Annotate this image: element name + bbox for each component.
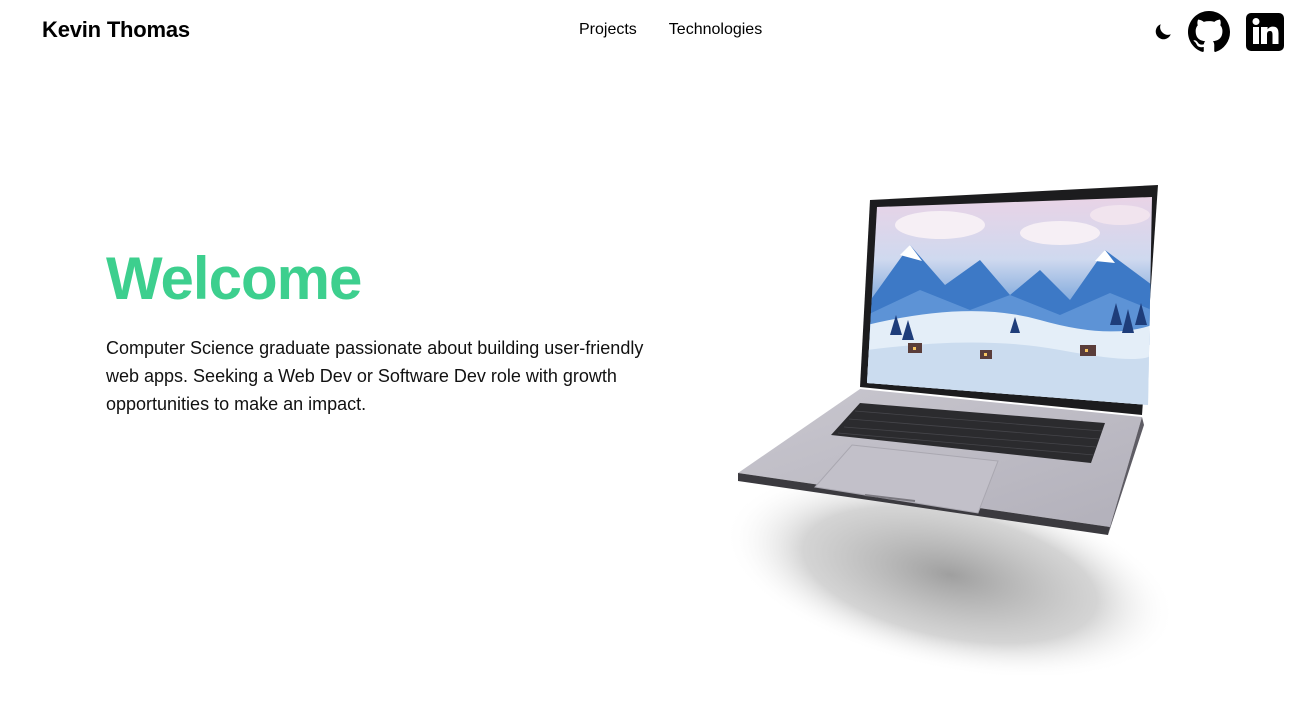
nav-technologies-link[interactable]: Technologies bbox=[669, 21, 762, 39]
hero-section: Welcome Computer Science graduate passio… bbox=[106, 244, 666, 436]
site-header: Kevin Thomas Projects Technologies bbox=[0, 0, 1306, 64]
nav-projects-link[interactable]: Projects bbox=[579, 21, 637, 39]
main-nav: Projects Technologies bbox=[579, 21, 762, 39]
brand-name[interactable]: Kevin Thomas bbox=[42, 17, 190, 43]
hero-description: Computer Science graduate passionate abo… bbox=[106, 338, 644, 414]
linkedin-icon[interactable] bbox=[1246, 13, 1284, 51]
hero-title: Welcome bbox=[106, 245, 362, 312]
github-icon[interactable] bbox=[1188, 11, 1230, 53]
laptop-3d-model[interactable] bbox=[710, 175, 1180, 680]
header-actions bbox=[1152, 11, 1284, 53]
moon-icon[interactable] bbox=[1152, 21, 1174, 43]
